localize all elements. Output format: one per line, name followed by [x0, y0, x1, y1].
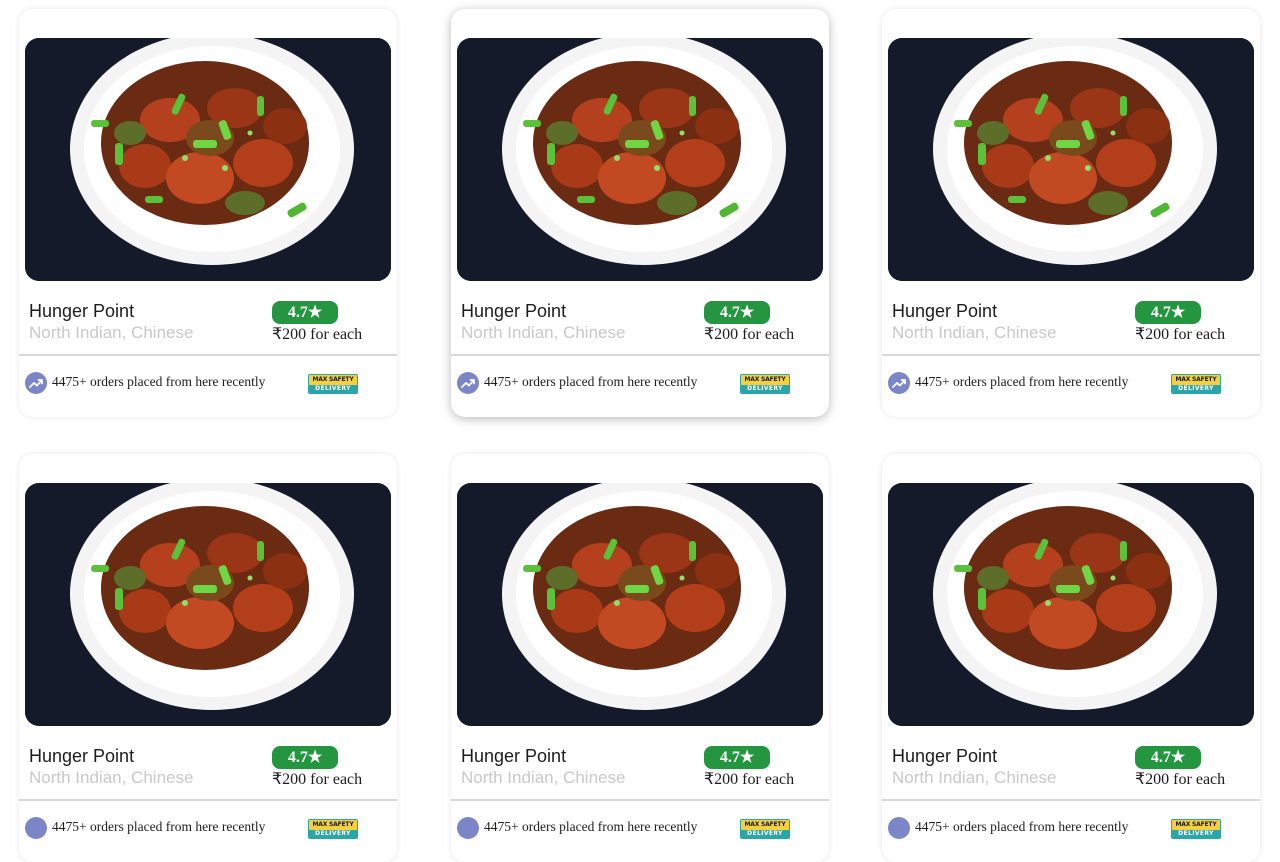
safety-badge-top: MAX SAFETY — [1172, 375, 1220, 385]
divider — [451, 799, 829, 801]
rating-badge: 4.7★ — [1135, 301, 1201, 324]
restaurant-name: Hunger Point — [29, 746, 135, 766]
max-safety-badge: MAX SAFETY DELIVERY — [308, 819, 358, 839]
max-safety-badge: MAX SAFETY DELIVERY — [1171, 819, 1221, 839]
divider — [882, 799, 1260, 801]
cuisine-text: North Indian, Chinese — [892, 768, 1057, 787]
safety-badge-bottom: DELIVERY — [1172, 830, 1220, 838]
restaurant-card[interactable]: Hunger Point North Indian, Chinese 4.7★ … — [451, 454, 829, 862]
restaurant-card[interactable]: Hunger Point North Indian, Chinese 4.7★ … — [882, 9, 1260, 417]
rating-badge: 4.7★ — [272, 301, 338, 324]
safety-badge-top: MAX SAFETY — [741, 375, 789, 385]
safety-badge-top: MAX SAFETY — [1172, 820, 1220, 830]
trending-up-icon — [25, 372, 47, 394]
restaurant-name: Hunger Point — [892, 746, 998, 766]
price-text: ₹200 for each — [704, 771, 795, 788]
cuisine-text: North Indian, Chinese — [29, 768, 194, 787]
orders-text: 4475+ orders placed from here recently — [915, 819, 1129, 834]
food-image — [888, 483, 1254, 726]
restaurant-card[interactable]: Hunger Point North Indian, Chinese 4.7★ … — [882, 454, 1260, 862]
trending-up-icon — [457, 372, 479, 394]
restaurant-card[interactable]: Hunger Point North Indian, Chinese 4.7★ … — [19, 454, 397, 862]
divider — [882, 354, 1260, 356]
max-safety-badge: MAX SAFETY DELIVERY — [740, 374, 790, 394]
cuisine-text: North Indian, Chinese — [461, 323, 626, 342]
max-safety-badge: MAX SAFETY DELIVERY — [308, 374, 358, 394]
max-safety-badge: MAX SAFETY DELIVERY — [1171, 374, 1221, 394]
price-text: ₹200 for each — [272, 771, 363, 788]
restaurant-card[interactable]: Hunger Point North Indian, Chinese 4.7★ … — [19, 9, 397, 417]
rating-badge: 4.7★ — [704, 301, 770, 324]
rating-badge: 4.7★ — [272, 746, 338, 769]
price-text: ₹200 for each — [1135, 771, 1226, 788]
safety-badge-bottom: DELIVERY — [741, 830, 789, 838]
orders-text: 4475+ orders placed from here recently — [52, 374, 266, 389]
orders-text: 4475+ orders placed from here recently — [484, 819, 698, 834]
food-image — [457, 483, 823, 726]
food-image — [25, 38, 391, 281]
restaurant-name: Hunger Point — [892, 301, 998, 321]
food-image — [457, 38, 823, 281]
rating-badge: 4.7★ — [1135, 746, 1201, 769]
restaurant-name: Hunger Point — [461, 746, 567, 766]
food-image — [25, 483, 391, 726]
restaurant-name: Hunger Point — [461, 301, 567, 321]
rating-badge: 4.7★ — [704, 746, 770, 769]
trending-up-icon — [457, 817, 479, 839]
price-text: ₹200 for each — [704, 326, 795, 343]
price-text: ₹200 for each — [272, 326, 363, 343]
food-image — [888, 38, 1254, 281]
safety-badge-top: MAX SAFETY — [309, 375, 357, 385]
restaurant-grid: Hunger Point North Indian, Chinese 4.7★ … — [0, 0, 1280, 862]
cuisine-text: North Indian, Chinese — [892, 323, 1057, 342]
divider — [19, 799, 397, 801]
orders-text: 4475+ orders placed from here recently — [484, 374, 698, 389]
orders-text: 4475+ orders placed from here recently — [52, 819, 266, 834]
safety-badge-bottom: DELIVERY — [309, 385, 357, 393]
divider — [451, 354, 829, 356]
safety-badge-bottom: DELIVERY — [309, 830, 357, 838]
restaurant-name: Hunger Point — [29, 301, 135, 321]
trending-up-icon — [888, 817, 910, 839]
safety-badge-top: MAX SAFETY — [309, 820, 357, 830]
trending-up-icon — [888, 372, 910, 394]
safety-badge-bottom: DELIVERY — [741, 385, 789, 393]
safety-badge-bottom: DELIVERY — [1172, 385, 1220, 393]
price-text: ₹200 for each — [1135, 326, 1226, 343]
max-safety-badge: MAX SAFETY DELIVERY — [740, 819, 790, 839]
orders-text: 4475+ orders placed from here recently — [915, 374, 1129, 389]
cuisine-text: North Indian, Chinese — [29, 323, 194, 342]
divider — [19, 354, 397, 356]
cuisine-text: North Indian, Chinese — [461, 768, 626, 787]
restaurant-card[interactable]: Hunger Point North Indian, Chinese 4.7★ … — [451, 9, 829, 417]
trending-up-icon — [25, 817, 47, 839]
safety-badge-top: MAX SAFETY — [741, 820, 789, 830]
